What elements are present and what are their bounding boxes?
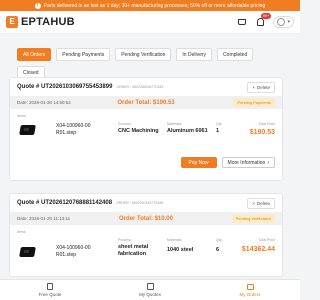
qty-label: Qty: (216, 238, 223, 242)
order-link[interactable]: ORDER › 2601200315770348 (116, 201, 163, 205)
order-total: Order Total: $190.53 (117, 99, 175, 106)
nav-label: My Orders (239, 292, 261, 297)
more-information-button[interactable]: More Information › (221, 157, 275, 168)
total-price-value: $14362.44 (241, 246, 275, 253)
part-thumbnail (19, 123, 37, 137)
qty-value: 6 (216, 247, 220, 253)
delete-label: Delete (256, 84, 270, 90)
grid-icon (146, 283, 154, 290)
quote-id: Quote # UT2026120768881142408 (17, 200, 113, 206)
process-label: Process: (118, 238, 132, 242)
tab-completed[interactable]: Completed (217, 48, 254, 61)
order-status-tabs: All Orders Pending Payments Pending Veri… (0, 34, 300, 79)
quote-date: Date: 2026-01-20 11:13:11 (17, 216, 71, 221)
materials-label: Materials: (167, 238, 183, 242)
total-price-label: Total Price (258, 122, 275, 126)
quote-card: Quote # UT2026103069755453899 ORDER › 26… (9, 77, 283, 181)
nav-free-quote[interactable]: Free Quote (0, 280, 100, 300)
delete-button[interactable]: × Delete (247, 197, 275, 209)
materials-value: 1040 steel (167, 247, 194, 253)
materials-value: Aluminum 6061 (167, 128, 208, 134)
items-label: Items (17, 230, 26, 234)
app-header: E EPTAHUB 99+ ▾ (0, 11, 300, 34)
quote-id: Quote # UT2026103069755453899 (17, 84, 113, 90)
promo-banner: ! Parts delivered in as fast as 1 day; 3… (0, 0, 300, 11)
tab-all-orders[interactable]: All Orders (17, 48, 52, 61)
quote-date: Date: 2026-01-30 14:50:52 (17, 100, 71, 105)
info-icon: ! (34, 2, 41, 9)
total-price-label: Total Price (258, 238, 275, 242)
bag-icon (246, 284, 254, 290)
delete-label: Delete (256, 200, 270, 206)
nav-my-quotes[interactable]: My Quotes (100, 280, 200, 300)
status-badge: Pending Verification (231, 214, 275, 223)
logo-text: EPTAHUB (21, 16, 75, 28)
process-label: Process: (118, 122, 132, 126)
bell-icon[interactable]: 99+ (255, 12, 272, 28)
total-price-value: $190.53 (249, 129, 275, 136)
logo[interactable]: E EPTAHUB (6, 16, 75, 28)
cart-icon[interactable] (237, 17, 248, 28)
delete-button[interactable]: × Delete (247, 81, 275, 93)
status-badge: Pending Payments (233, 98, 275, 107)
process-value: CNC Machining (118, 128, 159, 134)
logo-mark-icon: E (6, 16, 18, 28)
qty-value: 1 (216, 128, 220, 134)
avatar (277, 18, 286, 26)
close-icon: × (252, 200, 255, 206)
pay-now-button[interactable]: Pay Now (180, 157, 217, 168)
part-thumbnail (19, 245, 37, 259)
nav-my-orders[interactable]: My Orders (200, 280, 300, 300)
chevron-down-icon: ▾ (287, 19, 290, 25)
chevron-right-icon: › (267, 159, 269, 166)
nav-label: My Quotes (139, 292, 161, 297)
process-value: sheet metal fabrication (118, 244, 149, 257)
more-information-label: More Information (227, 159, 266, 166)
order-link[interactable]: ORDER › 2602260334770349 (116, 85, 163, 89)
order-total: Order Total: $10.00 (119, 215, 173, 222)
part-file-name[interactable]: X04-100960-00 R01.step (56, 245, 96, 259)
bottom-navigation: Free Quote My Quotes My Orders (0, 279, 300, 300)
items-label: Items (17, 114, 26, 118)
nav-label: Free Quote (38, 292, 62, 297)
materials-label: Materials: (167, 122, 183, 126)
part-file-name[interactable]: X04-100960-00 R01.step (56, 123, 96, 137)
promo-banner-text: Parts delivered in as fast as 1 day; 30+… (43, 2, 266, 9)
tab-pending-verification[interactable]: Pending Verification (115, 48, 172, 61)
notification-badge: 99+ (260, 12, 272, 19)
quote-card: Quote # UT2026120768881142408 ORDER › 26… (9, 193, 283, 277)
document-icon (47, 283, 53, 290)
qty-label: Qty: (216, 122, 223, 126)
user-menu-button[interactable]: ▾ (273, 16, 294, 28)
tab-in-delivery[interactable]: In Delivery (176, 48, 213, 61)
tab-pending-payments[interactable]: Pending Payments (56, 48, 111, 61)
close-icon: × (252, 84, 255, 90)
